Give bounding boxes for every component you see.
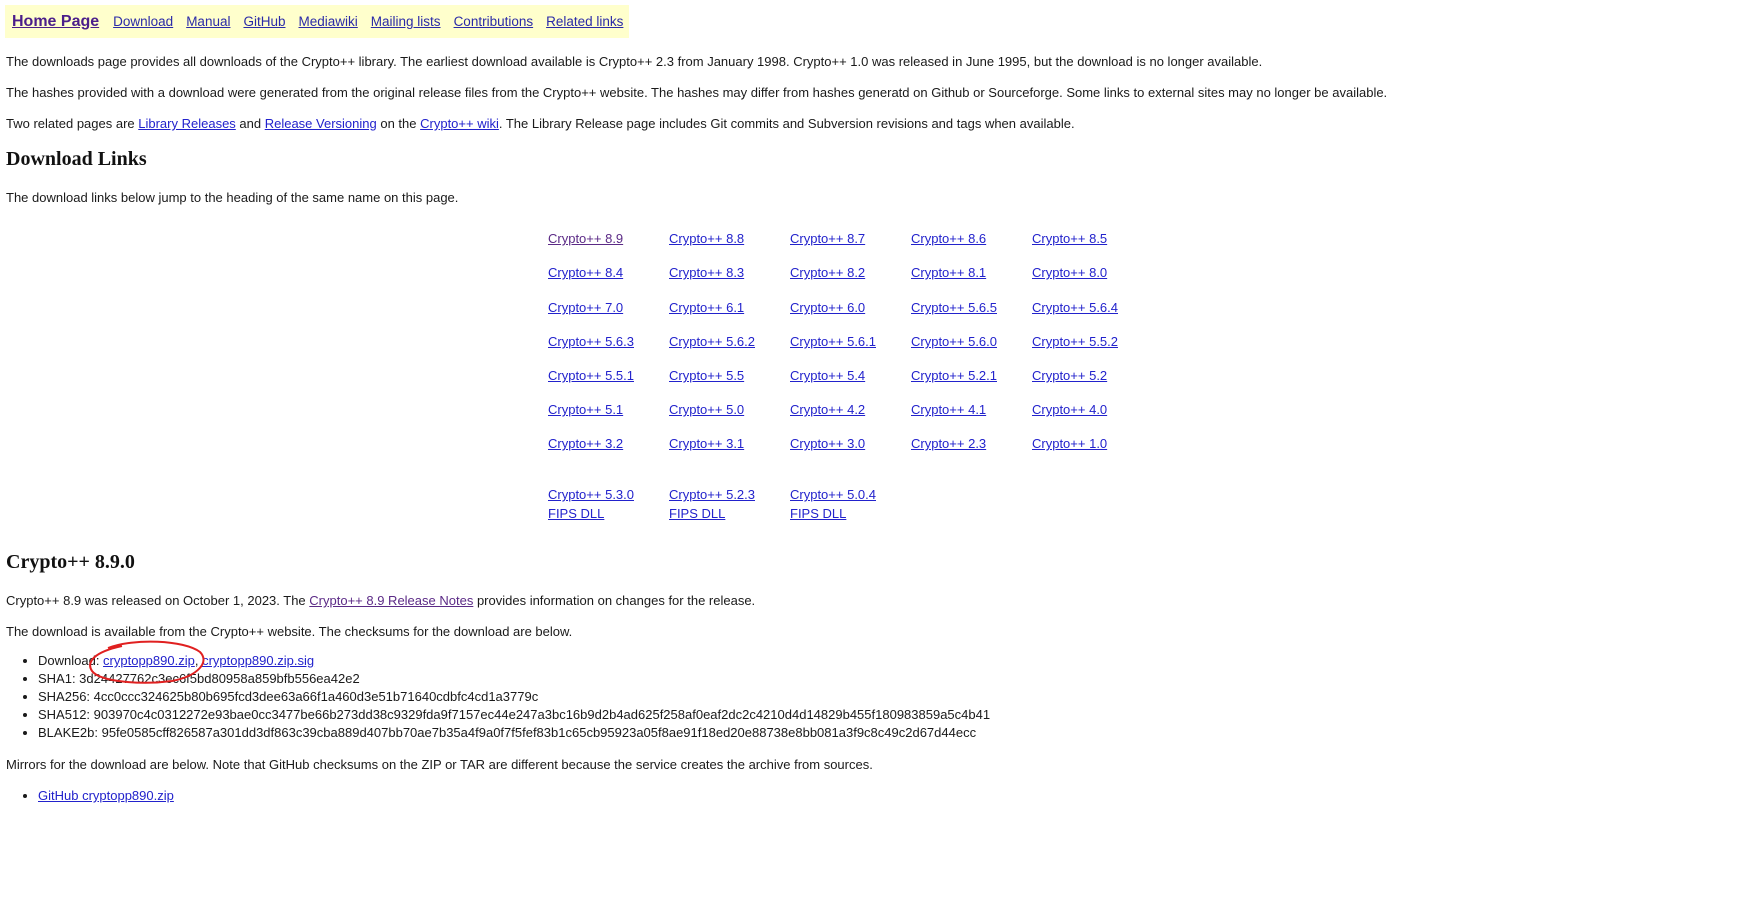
version-link[interactable]: Crypto++ 8.9 [548,231,623,246]
version-link[interactable]: Crypto++ 3.0 [790,436,865,451]
version-link[interactable]: Crypto++ 5.5.1 [548,368,634,383]
fips-dll-link[interactable]: FIPS DLL [548,506,604,521]
separator: , [194,653,203,668]
mirrors-paragraph: Mirrors for the download are below. Note… [6,757,873,772]
download-label: Download: [38,653,104,668]
version-link[interactable]: Crypto++ 5.6.2 [669,334,755,349]
release-text: Crypto++ 8.9 was released on October 1, … [6,593,310,608]
library-releases-link[interactable]: Library Releases [138,116,236,131]
sha1-item: SHA1: 3d24427762c3ec6f5bd80958a859bfb556… [38,670,990,688]
version-link[interactable]: Crypto++ 8.8 [669,231,744,246]
intro-text: on the [376,116,421,131]
intro-paragraph-3: Two related pages are Library Releases a… [6,116,1075,131]
version-link[interactable]: Crypto++ 5.5.2 [1032,334,1118,349]
nav-download-link[interactable]: Download [113,14,173,29]
version-link[interactable]: Crypto++ 8.7 [790,231,865,246]
nav-contributions-link[interactable]: Contributions [454,14,534,29]
version-link[interactable]: Crypto++ 8.6 [911,231,986,246]
nav-github-link[interactable]: GitHub [243,14,285,29]
version-link[interactable]: Crypto++ 5.6.3 [548,334,634,349]
cryptopp-wiki-link[interactable]: Crypto++ wiki [420,116,499,131]
fips-version-link[interactable]: Crypto++ 5.2.3 [669,487,755,502]
version-link[interactable]: Crypto++ 5.0 [669,402,744,417]
zip-download-link[interactable]: cryptopp890.zip [103,653,195,668]
version-link[interactable]: Crypto++ 5.2.1 [911,368,997,383]
nav-manual-link[interactable]: Manual [186,14,230,29]
release-text: provides information on changes for the … [473,593,756,608]
intro-text: and [235,116,265,131]
version-link[interactable]: Crypto++ 4.1 [911,402,986,417]
fips-dll-link[interactable]: FIPS DLL [669,506,725,521]
sha256-item: SHA256: 4cc0ccc324625b80b695fcd3dee63a66… [38,688,990,706]
sha512-item: SHA512: 903970c4c0312272e93bae0cc3477be6… [38,706,990,724]
version-link[interactable]: Crypto++ 4.2 [790,402,865,417]
version-link[interactable]: Crypto++ 8.1 [911,265,986,280]
fips-version-link[interactable]: Crypto++ 5.0.4 [790,487,876,502]
version-link[interactable]: Crypto++ 5.1 [548,402,623,417]
version-link[interactable]: Crypto++ 5.5 [669,368,744,383]
version-link[interactable]: Crypto++ 8.5 [1032,231,1107,246]
download-links-heading: Download Links [6,148,147,170]
release-paragraph-2: The download is available from the Crypt… [6,624,573,639]
fips-version-link[interactable]: Crypto++ 5.3.0 [548,487,634,502]
version-link[interactable]: Crypto++ 5.2 [1032,368,1107,383]
version-link[interactable]: Crypto++ 1.0 [1032,436,1107,451]
version-link[interactable]: Crypto++ 3.2 [548,436,623,451]
intro-text: Two related pages are [6,116,139,131]
mirror-list: GitHub cryptopp890.zip [20,787,174,805]
intro-text: . The Library Release page includes Git … [498,116,1075,131]
download-list-item: Download: cryptopp890.zip, cryptopp890.z… [38,652,990,670]
nav-related-links-link[interactable]: Related links [546,14,623,29]
version-link[interactable]: Crypto++ 7.0 [548,300,623,315]
version-link[interactable]: Crypto++ 8.3 [669,265,744,280]
nav-mediawiki-link[interactable]: Mediawiki [299,14,358,29]
release-heading: Crypto++ 8.9.0 [6,551,135,573]
intro-paragraph-2: The hashes provided with a download were… [6,85,1388,100]
nav-home-page-link[interactable]: Home Page [12,13,99,31]
version-link[interactable]: Crypto++ 5.6.1 [790,334,876,349]
blake2b-item: BLAKE2b: 95fe0585cff826587a301dd3df863c3… [38,724,990,742]
release-versioning-link[interactable]: Release Versioning [265,116,377,131]
version-link[interactable]: Crypto++ 8.4 [548,265,623,280]
fips-dll-link[interactable]: FIPS DLL [790,506,846,521]
github-mirror-link[interactable]: GitHub cryptopp890.zip [38,788,174,803]
version-link[interactable]: Crypto++ 2.3 [911,436,986,451]
version-link[interactable]: Crypto++ 4.0 [1032,402,1107,417]
checksum-list: Download: cryptopp890.zip, cryptopp890.z… [20,652,990,742]
version-link[interactable]: Crypto++ 6.1 [669,300,744,315]
download-links-intro: The download links below jump to the hea… [6,190,459,205]
release-notes-link[interactable]: Crypto++ 8.9 Release Notes [309,593,473,608]
version-link[interactable]: Crypto++ 6.0 [790,300,865,315]
mirror-list-item: GitHub cryptopp890.zip [38,787,174,805]
sig-download-link[interactable]: cryptopp890.zip.sig [202,653,314,668]
version-link[interactable]: Crypto++ 3.1 [669,436,744,451]
release-paragraph-1: Crypto++ 8.9 was released on October 1, … [6,593,755,608]
version-link[interactable]: Crypto++ 8.2 [790,265,865,280]
version-link[interactable]: Crypto++ 5.6.0 [911,334,997,349]
intro-paragraph-1: The downloads page provides all download… [6,54,1263,69]
version-link[interactable]: Crypto++ 8.0 [1032,265,1107,280]
top-nav-bar: Home Page Download Manual GitHub Mediawi… [5,5,630,38]
version-link[interactable]: Crypto++ 5.6.5 [911,300,997,315]
nav-mailing-lists-link[interactable]: Mailing lists [371,14,441,29]
version-link[interactable]: Crypto++ 5.6.4 [1032,300,1118,315]
version-link[interactable]: Crypto++ 5.4 [790,368,865,383]
